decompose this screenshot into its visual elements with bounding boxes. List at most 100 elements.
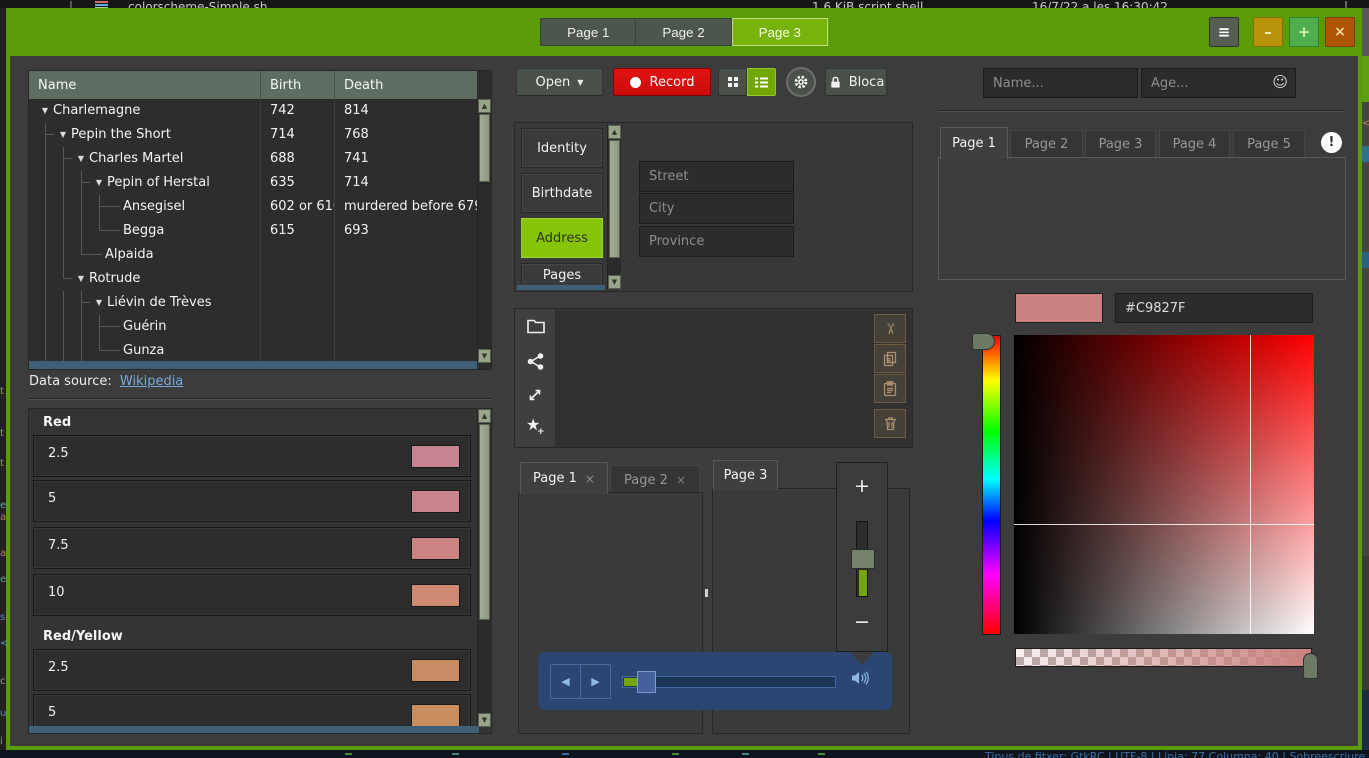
tree-header-death[interactable]: Death	[335, 71, 477, 99]
color-hex-field[interactable]	[1115, 293, 1313, 323]
palette-row[interactable]: 2.5	[33, 435, 471, 477]
wikipedia-link[interactable]: Wikipedia	[120, 374, 183, 389]
volume-button[interactable]	[851, 670, 869, 686]
open-button[interactable]: Open ▼	[516, 68, 603, 96]
family-tree-table[interactable]: Name Birth Death ▼Charlemagne742814 ▼Pep…	[28, 70, 492, 370]
scroll-up-button[interactable]: ▲	[478, 409, 491, 423]
province-field[interactable]	[639, 226, 794, 257]
sidebar-horizontal-scrollbar[interactable]	[517, 285, 605, 290]
window-menu-button[interactable]: ≡	[1209, 17, 1239, 47]
tree-row[interactable]: ▼Charlemagne742814	[29, 99, 477, 123]
right-tab-page3[interactable]: Page 3	[1085, 130, 1156, 158]
titlebar-tab-page1[interactable]: Page 1	[540, 18, 636, 46]
tree-row[interactable]: Gunza	[29, 339, 477, 363]
pane-resize-handle[interactable]	[705, 589, 708, 597]
tree-header-birth[interactable]: Birth	[261, 71, 335, 99]
media-progress-slider[interactable]	[622, 676, 836, 688]
tree-row[interactable]: Ansegisel602 or 610murdered before 679	[29, 195, 477, 219]
expander-icon[interactable]: ▼	[73, 147, 89, 171]
alpha-slider[interactable]	[1015, 648, 1312, 667]
sidebar-item-address[interactable]: Address	[521, 218, 603, 258]
hue-handle[interactable]	[972, 333, 995, 350]
grid-view-toggle[interactable]	[718, 68, 747, 96]
tree-row[interactable]: Guérin	[29, 315, 477, 339]
tree-row[interactable]: ▼Liévin de Trèves	[29, 291, 477, 315]
sidebar-vertical-scrollbar[interactable]: ▲ ▼	[607, 125, 621, 289]
tree-row[interactable]: ▼Charles Martel688741	[29, 147, 477, 171]
palette-row[interactable]: 7.5	[33, 527, 471, 569]
palette-listbox[interactable]: Red 2.5 5 7.5 10 Red/Yellow	[28, 408, 492, 734]
delete-button[interactable]	[874, 409, 906, 438]
scrollbar-thumb[interactable]	[609, 140, 620, 258]
palette-row[interactable]: 5	[33, 480, 471, 522]
titlebar-tab-page2[interactable]: Page 2	[636, 18, 731, 46]
alpha-handle[interactable]	[1303, 653, 1318, 679]
record-button[interactable]: Record	[613, 68, 711, 96]
right-tab-page4[interactable]: Page 4	[1159, 130, 1230, 158]
mid-tab-page2[interactable]: Page 2 ×	[610, 465, 700, 494]
media-next-button[interactable]: ▶	[581, 665, 610, 698]
sidebar-item-birthdate[interactable]: Birthdate	[521, 173, 603, 213]
minimize-button[interactable]: –	[1253, 17, 1283, 47]
palette-row[interactable]: 10	[33, 574, 471, 616]
tab-close-icon[interactable]: ×	[585, 472, 595, 486]
tree-row[interactable]: ▼Rotrude	[29, 267, 477, 291]
expander-icon[interactable]: ▼	[55, 123, 71, 147]
tree-row[interactable]: Alpaida	[29, 243, 477, 267]
smiley-icon[interactable]: ☺	[1272, 73, 1288, 91]
name-field[interactable]	[983, 68, 1138, 98]
volume-down-button[interactable]: −	[837, 611, 887, 633]
selected-color-swatch[interactable]	[1015, 293, 1103, 323]
paste-button[interactable]	[874, 374, 906, 403]
copy-button[interactable]	[874, 344, 906, 373]
tree-row[interactable]: Begga615693	[29, 219, 477, 243]
volume-up-button[interactable]: +	[837, 475, 887, 497]
maximize-button[interactable]: +	[1289, 17, 1319, 47]
progress-handle[interactable]	[637, 671, 656, 693]
list-view-toggle[interactable]	[747, 68, 776, 96]
volume-slider[interactable]	[856, 521, 868, 597]
tree-row[interactable]: ▼Pepin of Herstal635714	[29, 171, 477, 195]
sidebar-item-pages[interactable]: Pages	[521, 263, 603, 287]
titlebar-tab-page3[interactable]: Page 3	[732, 18, 828, 46]
expander-icon[interactable]: ▼	[73, 267, 89, 291]
hue-slider[interactable]	[982, 335, 1001, 635]
volume-handle[interactable]	[851, 549, 875, 569]
scroll-up-button[interactable]: ▲	[478, 99, 491, 113]
palette-horizontal-scrollbar[interactable]	[29, 726, 479, 733]
city-field[interactable]	[639, 193, 794, 224]
tree-horizontal-scrollbar[interactable]	[29, 361, 477, 369]
sidebar-item-identity[interactable]: Identity	[521, 128, 603, 168]
right-tab-page1[interactable]: Page 1	[940, 127, 1008, 159]
tree-vertical-scrollbar[interactable]: ▲ ▼	[477, 99, 491, 363]
close-button[interactable]: ×	[1325, 17, 1355, 47]
scroll-down-button[interactable]: ▼	[478, 349, 491, 363]
expander-icon[interactable]: ▼	[91, 171, 107, 195]
scroll-up-button[interactable]: ▲	[608, 125, 621, 139]
tree-row[interactable]: ▼Pepin the Short714768	[29, 123, 477, 147]
palette-vertical-scrollbar[interactable]: ▲ ▼	[477, 409, 491, 727]
saturation-value-plane[interactable]	[1014, 335, 1314, 634]
palette-row[interactable]: 2.5	[33, 649, 471, 691]
settings-button[interactable]	[786, 67, 816, 97]
tab-close-icon[interactable]: ×	[676, 473, 686, 487]
cut-button[interactable]: ✂	[874, 314, 906, 343]
titlebar[interactable]: Page 1 Page 2 Page 3 ≡ – + ×	[6, 8, 1362, 56]
lock-button[interactable]: Bloca	[825, 68, 887, 96]
scrollbar-thumb[interactable]	[479, 114, 490, 182]
right-tab-page2[interactable]: Page 2	[1010, 130, 1083, 158]
mid-tab-page1[interactable]: Page 1 ×	[520, 462, 608, 494]
media-prev-button[interactable]: ◀	[551, 665, 581, 698]
mid-tab-page3[interactable]: Page 3	[713, 460, 778, 490]
tree-header-name[interactable]: Name	[29, 71, 261, 99]
scrollbar-thumb[interactable]	[479, 424, 490, 620]
scroll-down-button[interactable]: ▼	[608, 275, 621, 289]
share-button[interactable]	[527, 353, 544, 370]
right-tab-page5[interactable]: Page 5	[1233, 130, 1305, 158]
folder-button[interactable]	[527, 319, 545, 334]
scroll-down-button[interactable]: ▼	[478, 713, 491, 727]
expander-icon[interactable]: ▼	[91, 291, 107, 315]
fullscreen-button[interactable]	[527, 387, 543, 403]
expander-icon[interactable]: ▼	[37, 99, 53, 123]
street-field[interactable]	[639, 161, 794, 192]
